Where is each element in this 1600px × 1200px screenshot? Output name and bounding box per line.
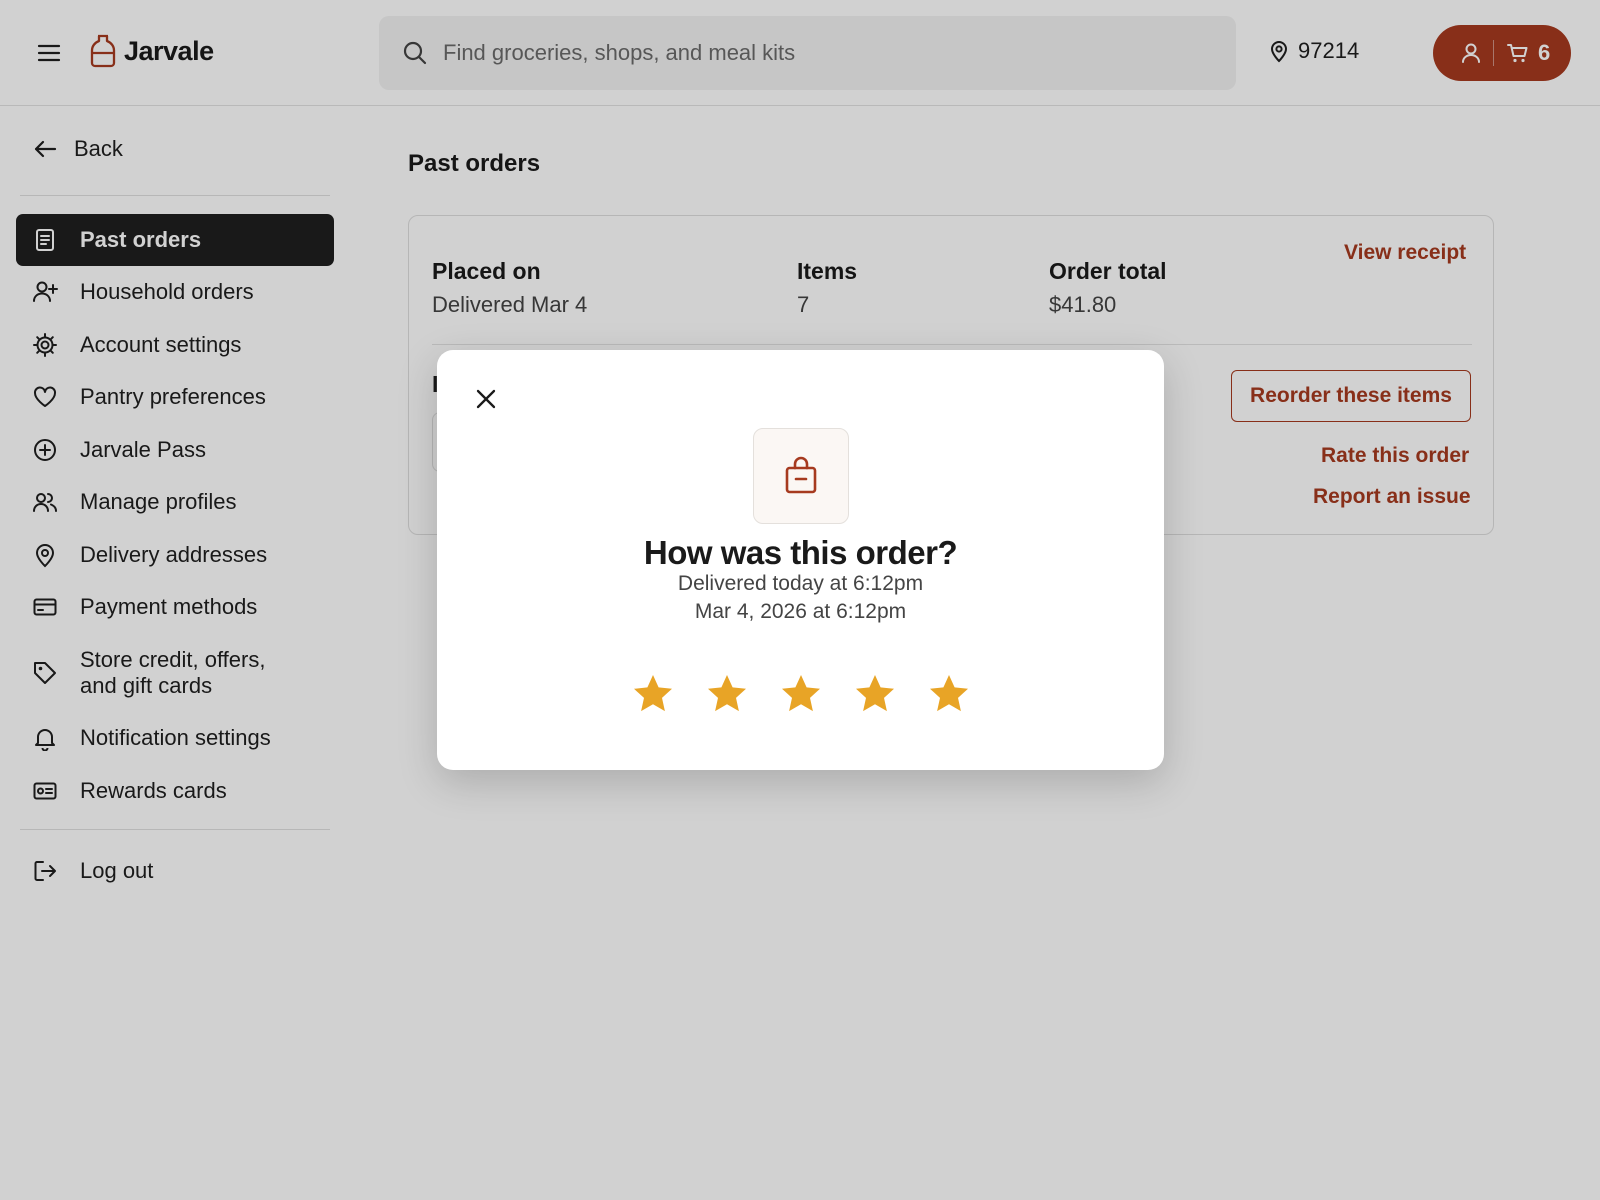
shopping-bag-icon [782, 456, 820, 496]
star-icon-4[interactable] [853, 672, 897, 716]
star-icon-2[interactable] [705, 672, 749, 716]
delivered-time: Delivered today at 6:12pm [677, 572, 924, 595]
delivery-date: Mar 4, 2026 at 6:12pm [694, 600, 907, 623]
star-icon-1[interactable] [631, 672, 675, 716]
modal-title: How was this order? [643, 534, 958, 571]
close-icon [475, 388, 497, 410]
star-rating [631, 672, 971, 716]
star-icon-3[interactable] [779, 672, 823, 716]
rate-order-modal: How was this order? Delivered today at 6… [437, 350, 1164, 770]
star-icon-5[interactable] [927, 672, 971, 716]
order-bag-tile [753, 428, 849, 524]
close-button[interactable] [471, 384, 501, 414]
